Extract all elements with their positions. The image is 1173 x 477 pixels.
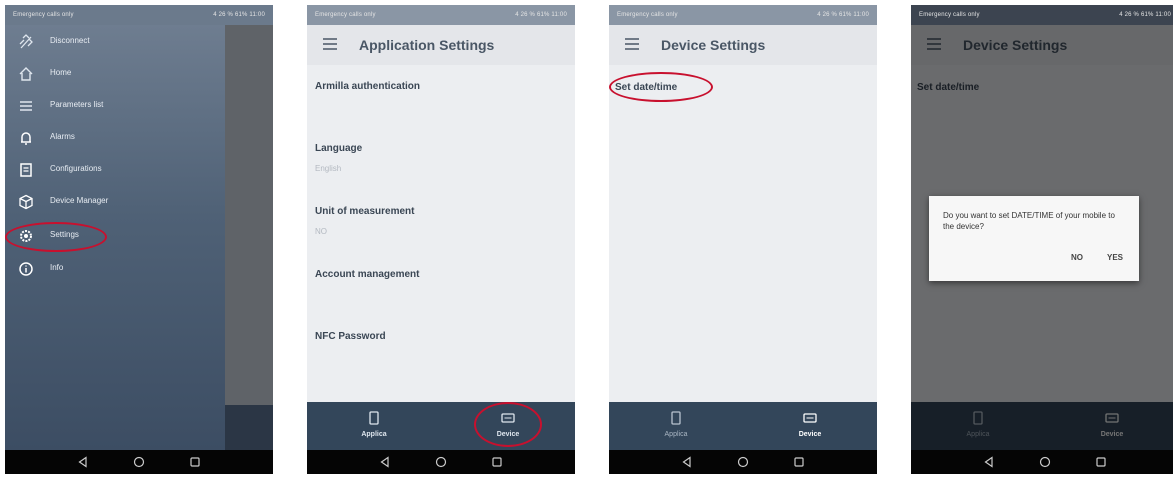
drawer-item-configurations[interactable]: Configurations [5, 155, 205, 185]
tab-applica[interactable]: Applica [609, 402, 743, 450]
back-icon[interactable] [676, 451, 698, 473]
status-bar: Emergency calls only 4 26 % 61% 11:00 [307, 5, 575, 25]
setting-armilla-authentication[interactable]: Armilla authentication [315, 81, 420, 92]
hamburger-menu-icon[interactable] [323, 38, 337, 50]
status-bar: Emergency calls only 4 26 % 61% 11:00 [911, 5, 1173, 25]
drawer-item-label: Parameters list [50, 100, 104, 109]
tab-label: Applica [664, 431, 688, 438]
status-bar: Emergency calls only 4 26 % 61% 11:00 [5, 5, 273, 25]
navigation-drawer: Disconnect Home Parameters list Alarms C… [5, 25, 225, 450]
home-circle-icon[interactable] [1034, 451, 1056, 473]
yes-button[interactable]: YES [1107, 253, 1123, 262]
phone-screen-drawer: Emergency calls only 4 26 % 61% 11:00 Di… [5, 5, 273, 474]
bell-icon [17, 129, 35, 147]
setting-nfc-password[interactable]: NFC Password [315, 331, 386, 342]
status-text-left: Emergency calls only [617, 12, 678, 18]
confirm-dialog: Do you want to set DATE/TIME of your mob… [929, 196, 1139, 281]
drawer-item-device-manager[interactable]: Device Manager [5, 187, 205, 217]
phone-screen-confirm-dialog: Emergency calls only 4 26 % 61% 11:00 De… [911, 5, 1173, 474]
app-bar: Device Settings [609, 25, 877, 65]
recents-icon[interactable] [184, 451, 206, 473]
system-nav-bar [911, 450, 1173, 474]
list-icon [17, 97, 35, 115]
device-icon [802, 410, 818, 426]
drawer-item-parameters-list[interactable]: Parameters list [5, 91, 205, 121]
phone-icon [366, 410, 382, 426]
status-text-right: 4 26 % 61% 11:00 [817, 12, 869, 18]
tab-device[interactable]: Device [743, 402, 877, 450]
recents-icon[interactable] [1090, 451, 1112, 473]
no-button[interactable]: NO [1071, 253, 1083, 262]
setting-account-management[interactable]: Account management [315, 269, 419, 280]
drawer-item-label: Configurations [50, 164, 102, 173]
highlight-ring-device-tab [474, 402, 542, 447]
clipboard-icon [17, 161, 35, 179]
home-circle-icon[interactable] [430, 451, 452, 473]
drawer-scrim[interactable] [225, 25, 273, 450]
dialog-message: Do you want to set DATE/TIME of your mob… [943, 211, 1115, 231]
scrim-bottom-bar [225, 405, 273, 450]
bottom-tab-bar: Applica Device [609, 402, 877, 450]
drawer-item-home[interactable]: Home [5, 59, 205, 89]
link-off-icon [17, 33, 35, 51]
system-nav-bar [609, 450, 877, 474]
drawer-item-label: Alarms [50, 132, 75, 141]
status-text-left: Emergency calls only [315, 12, 376, 18]
system-nav-bar [307, 450, 575, 474]
status-text-right: 4 26 % 61% 11:00 [1119, 12, 1171, 18]
settings-list: Armilla authentication Language English … [307, 65, 575, 402]
system-nav-bar [5, 450, 273, 474]
tab-label: Applica [361, 431, 387, 438]
drawer-item-alarms[interactable]: Alarms [5, 123, 205, 153]
phone-screen-application-settings: Emergency calls only 4 26 % 61% 11:00 Ap… [307, 5, 575, 474]
drawer-item-disconnect[interactable]: Disconnect [5, 27, 205, 57]
recents-icon[interactable] [788, 451, 810, 473]
setting-language-value: English [315, 164, 342, 173]
recents-icon[interactable] [486, 451, 508, 473]
page-title: Application Settings [359, 37, 495, 53]
bottom-tab-bar: Applica Device [307, 402, 575, 450]
device-settings-list: Set date/time [609, 65, 877, 402]
setting-unit-of-measurement[interactable]: Unit of measurement [315, 206, 414, 217]
setting-language[interactable]: Language [315, 143, 362, 154]
phone-screen-device-settings: Emergency calls only 4 26 % 61% 11:00 De… [609, 5, 877, 474]
cube-icon [17, 193, 35, 211]
back-icon[interactable] [978, 451, 1000, 473]
home-icon [17, 65, 35, 83]
hamburger-menu-icon[interactable] [625, 38, 639, 50]
status-text-left: Emergency calls only [919, 12, 980, 18]
back-icon[interactable] [374, 451, 396, 473]
info-icon [17, 260, 35, 278]
status-text-right: 4 26 % 61% 11:00 [213, 12, 265, 18]
page-title: Device Settings [661, 37, 766, 53]
drawer-item-info[interactable]: Info [5, 254, 205, 284]
tab-applica[interactable]: Applica [307, 402, 441, 450]
status-text-right: 4 26 % 61% 11:00 [515, 12, 567, 18]
drawer-item-label: Disconnect [50, 36, 90, 45]
drawer-item-label: Home [50, 68, 72, 77]
home-circle-icon[interactable] [128, 451, 150, 473]
status-text-left: Emergency calls only [13, 12, 74, 18]
status-bar: Emergency calls only 4 26 % 61% 11:00 [609, 5, 877, 25]
highlight-ring-settings [5, 222, 107, 252]
drawer-item-label: Info [50, 263, 64, 272]
drawer-item-label: Device Manager [50, 196, 109, 205]
app-bar: Application Settings [307, 25, 575, 65]
highlight-ring-set-date-time [609, 72, 713, 102]
back-icon[interactable] [72, 451, 94, 473]
tab-label: Device [798, 431, 822, 438]
phone-icon [668, 410, 684, 426]
home-circle-icon[interactable] [732, 451, 754, 473]
setting-unit-value: NO [315, 227, 327, 236]
